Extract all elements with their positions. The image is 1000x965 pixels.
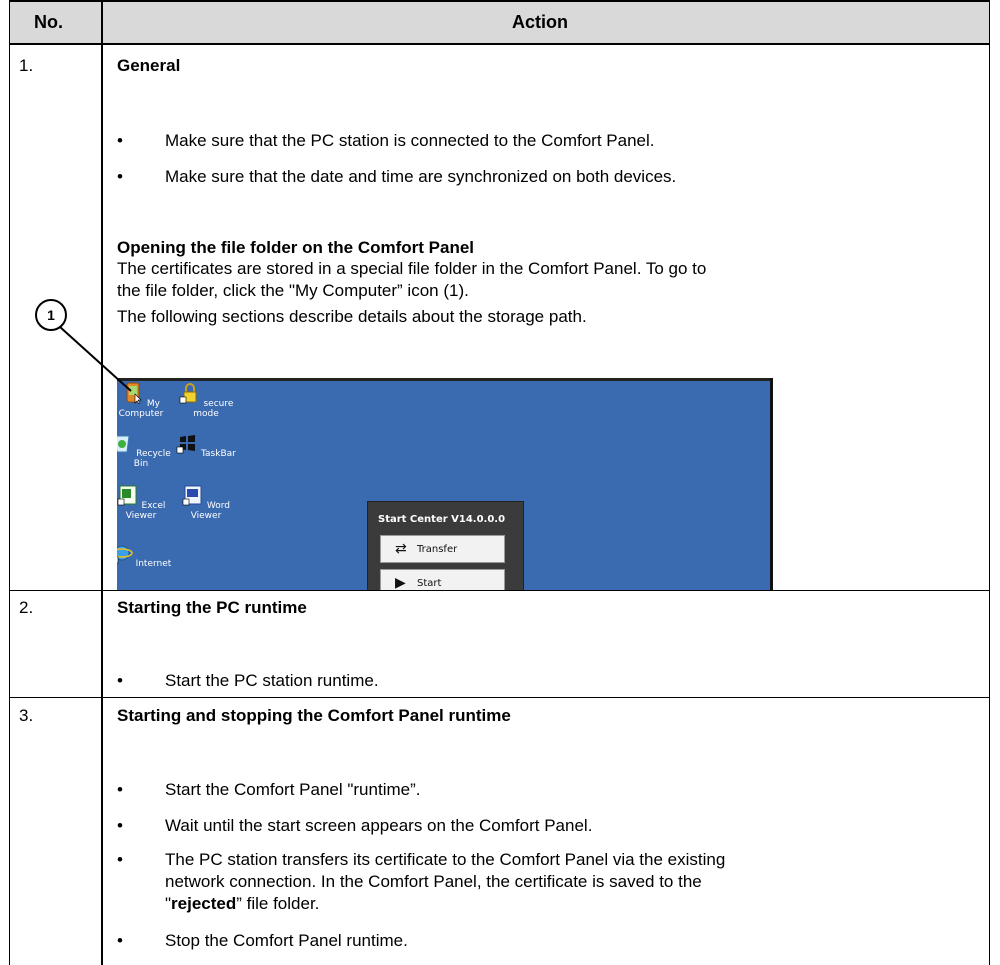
lock-icon — [179, 383, 197, 404]
start-center-window: Start Center V14.0.0.0 ⇄ Transfer ▶ Star… — [368, 502, 523, 590]
bullet-text-line3-post: ” file folder. — [236, 894, 320, 913]
column-header-no: No. — [34, 12, 63, 32]
bullet-marker: • — [117, 167, 123, 186]
desktop-icon-internet[interactable]: Internet — [117, 542, 176, 569]
bullet-text: Wait until the start screen appears on t… — [165, 816, 593, 835]
bullet-marker: • — [117, 671, 123, 690]
table-border-mid — [101, 0, 103, 965]
start-center-title: Start Center V14.0.0.0 — [378, 514, 506, 525]
windows-flag-icon — [176, 435, 196, 454]
bullet-marker: • — [117, 931, 123, 950]
bullet-text: Start the PC station runtime. — [165, 671, 379, 690]
transfer-arrows-icon: ⇄ — [395, 541, 407, 557]
recycle-bin-icon — [117, 435, 130, 453]
excel-viewer-icon — [117, 485, 137, 506]
bullet-text: Make sure that the date and time are syn… — [165, 167, 677, 186]
row2-title: Starting the PC runtime — [117, 598, 307, 617]
bullet-marker: • — [117, 780, 123, 799]
bullet-text: Make sure that the PC station is connect… — [165, 131, 655, 150]
table-border-row2-bottom — [9, 697, 990, 698]
start-button-label: Start — [417, 578, 442, 589]
desktop-icon-label: TaskBar — [201, 449, 236, 459]
start-button[interactable]: ▶ Start — [380, 569, 505, 590]
row1-subheading: Opening the file folder on the Comfort P… — [117, 238, 475, 257]
row1-paragraph-2: The following sections describe details … — [117, 307, 587, 326]
bullet-marker: • — [117, 816, 123, 835]
row3-bullet-3: • The PC station transfers its certifica… — [117, 849, 977, 915]
table-border-left — [9, 0, 10, 965]
table-header-background — [10, 0, 989, 44]
rejected-folder-name: rejected — [171, 894, 237, 913]
desktop-icon-taskbar[interactable]: TaskBar — [171, 432, 241, 459]
desktop-icon-recycle-bin[interactable]: Recycle Bin — [117, 432, 176, 469]
desktop-icon-word-viewer[interactable]: Word Viewer — [171, 484, 241, 521]
play-icon: ▶ — [395, 575, 406, 590]
table-border-top — [9, 0, 990, 2]
bullet-marker: • — [117, 850, 123, 869]
bullet-text-line2: network connection. In the Comfort Panel… — [165, 872, 702, 891]
desktop-icon-secure-mode[interactable]: secure mode — [171, 382, 241, 419]
my-computer-icon — [126, 382, 142, 405]
desktop-icon-my-computer[interactable]: My Computer — [117, 382, 176, 419]
column-header-action: Action — [512, 12, 568, 32]
row3-title: Starting and stopping the Comfort Panel … — [117, 706, 511, 725]
internet-explorer-icon — [117, 545, 133, 564]
row-number-3: 3. — [19, 706, 34, 725]
screenshot-top-edge — [117, 378, 770, 381]
comfort-panel-desktop-screenshot: My Computer secure mode Recycle Bin Task… — [117, 378, 773, 590]
bullet-marker: • — [117, 131, 123, 150]
bullet-text: Start the Comfort Panel "runtime”. — [165, 780, 421, 799]
transfer-button-label: Transfer — [417, 544, 458, 555]
word-viewer-icon — [182, 485, 202, 506]
transfer-button[interactable]: ⇄ Transfer — [380, 535, 505, 563]
row-number-2: 2. — [19, 598, 34, 617]
bullet-text: The PC station transfers its certificate… — [165, 849, 965, 915]
table-border-header-bottom — [9, 43, 990, 45]
row-number-1: 1. — [19, 56, 34, 75]
row1-paragraph-line1: The certificates are stored in a special… — [117, 259, 707, 278]
bullet-text-line1: The PC station transfers its certificate… — [165, 850, 726, 869]
callout-badge: 1 — [35, 299, 67, 331]
table-border-row1-bottom — [9, 590, 990, 591]
desktop-icon-excel-viewer[interactable]: Excel Viewer — [117, 484, 176, 521]
desktop-icon-label: Recycle Bin — [133, 449, 171, 469]
row1-paragraph-line2: the file folder, click the "My Computer”… — [117, 281, 469, 300]
bullet-text: Stop the Comfort Panel runtime. — [165, 931, 408, 950]
row1-title: General — [117, 56, 181, 75]
desktop-icon-label: Internet — [135, 559, 172, 569]
table-border-right — [989, 0, 990, 965]
